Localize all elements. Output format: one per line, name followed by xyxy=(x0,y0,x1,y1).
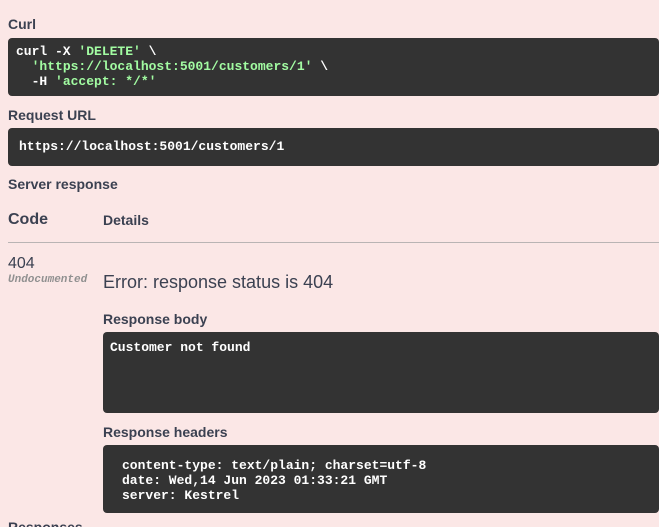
curl-cmd: curl -X xyxy=(16,44,79,59)
response-headers-label: Response headers xyxy=(103,424,228,440)
curl-continuation: \ xyxy=(140,44,157,59)
response-error-message: Error: response status is 404 xyxy=(103,272,334,292)
response-body-label: Response body xyxy=(103,311,208,327)
undocumented-note: Undocumented xyxy=(8,274,88,286)
curl-indent xyxy=(16,59,32,74)
curl-header-value: 'accept: */*' xyxy=(55,74,157,89)
server-response-label: Server response xyxy=(8,176,118,192)
response-panel: Curl curl -X 'DELETE' \ 'https://localho… xyxy=(0,0,659,527)
curl-url: 'https://localhost:5001/customers/1' xyxy=(31,59,313,74)
curl-label: Curl xyxy=(8,16,36,32)
curl-header-flag: -H xyxy=(16,74,56,89)
request-url-block[interactable]: https://localhost:5001/customers/1 xyxy=(8,128,659,166)
curl-code-block[interactable]: curl -X 'DELETE' \ 'https://localhost:50… xyxy=(8,38,659,96)
code-column-header: Code xyxy=(8,211,48,228)
responses-section-label: Responses xyxy=(8,519,83,527)
curl-continuation-2: \ xyxy=(312,59,329,74)
header-line: content-type: text/plain; charset=utf-8 xyxy=(122,458,427,473)
request-url-label: Request URL xyxy=(8,107,96,123)
header-line: server: Kestrel xyxy=(122,488,240,503)
request-url-value: https://localhost:5001/customers/1 xyxy=(19,139,285,154)
response-headers-block[interactable]: content-type: text/plain; charset=utf-8 … xyxy=(103,445,659,513)
table-divider xyxy=(8,242,659,243)
header-line: date: Wed,14 Jun 2023 01:33:21 GMT xyxy=(122,473,388,488)
details-column-header: Details xyxy=(103,212,149,228)
response-body-block[interactable]: Customer not found xyxy=(103,332,659,413)
curl-method: 'DELETE' xyxy=(78,44,141,59)
response-status-code: 404 xyxy=(8,255,35,272)
response-body-text: Customer not found xyxy=(110,340,251,355)
